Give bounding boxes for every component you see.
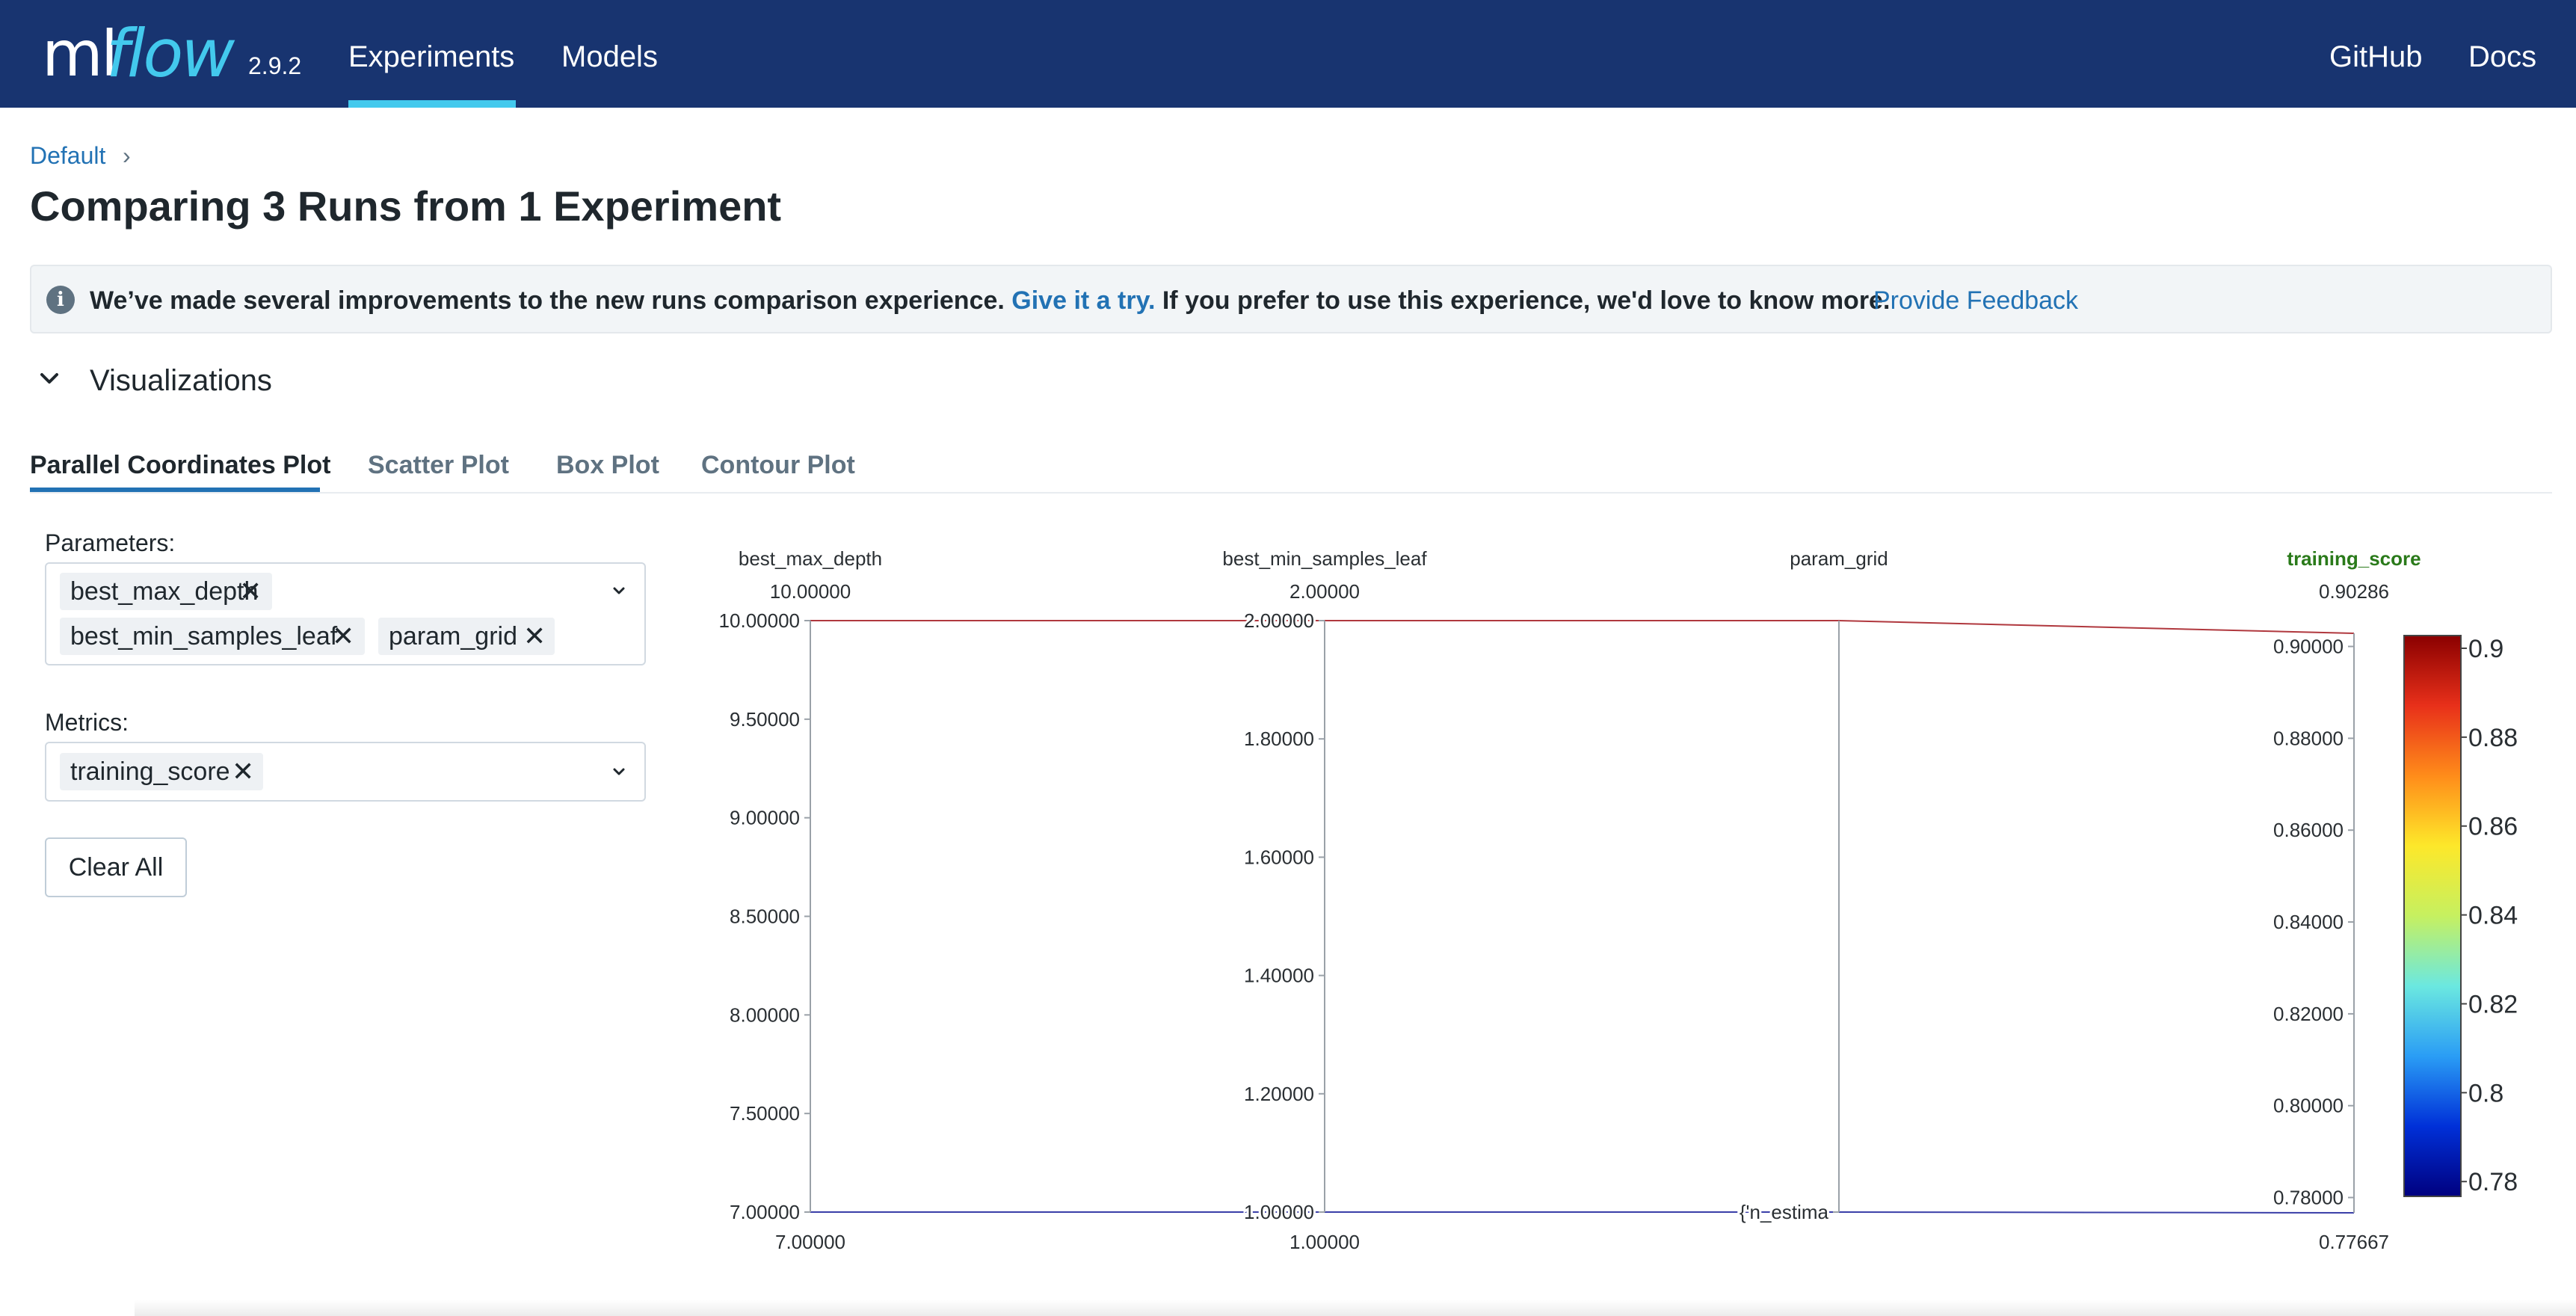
parameters-label: Parameters: (45, 529, 176, 556)
banner-text-after: If you prefer to use this experience, we… (1155, 286, 1891, 315)
axis-range-min-label: 7.00000 (775, 1231, 845, 1253)
give-it-a-try-link[interactable]: Give it a try. (1011, 286, 1155, 315)
axis-tick-label: 9.50000 (730, 708, 800, 731)
visualizations-section-title[interactable]: Visualizations (90, 362, 272, 399)
parameter-chip-label: best_max_depth (70, 577, 259, 606)
tab-contour-plot[interactable]: Contour Plot (701, 447, 855, 483)
axis-tick-label: 1.80000 (1244, 728, 1314, 750)
run-line (810, 620, 2355, 634)
axis-title: best_max_depth (739, 547, 882, 570)
breadcrumb-experiment[interactable]: Default (30, 139, 105, 172)
colorbar (2403, 635, 2462, 1197)
axis-tick-label: 1.60000 (1244, 846, 1314, 868)
axis-tick-label: 2.00000 (1244, 609, 1314, 632)
breadcrumb-separator: › (123, 142, 131, 169)
axis-range-min-label: 0.77667 (2319, 1231, 2389, 1253)
axis-tick-label: 0.82000 (2273, 1003, 2344, 1025)
axis-tick-label: {'n_estima (1740, 1201, 1829, 1223)
parameter-chip-label: param_grid (389, 622, 517, 651)
axis-range-min-label: 1.00000 (1289, 1231, 1360, 1253)
banner-text-before: We’ve made several improvements to the n… (90, 286, 1012, 315)
parameter-chip: best_max_depth ✕ (60, 573, 272, 610)
axis-title: training_score (2287, 547, 2421, 570)
axis-tick-label: 8.00000 (730, 1003, 800, 1026)
version-label: 2.9.2 (248, 52, 302, 79)
parameter-chip: param_grid ✕ (378, 618, 555, 655)
colorbar-tick-label: 0.86 (2468, 813, 2518, 841)
mlflow-logo-ml[interactable]: ml (42, 9, 118, 99)
axis-title: param_grid (1790, 547, 1888, 570)
clear-all-button[interactable]: Clear All (45, 837, 187, 897)
chevron-down-icon[interactable] (34, 363, 64, 393)
axis-tick-label: 7.50000 (730, 1102, 800, 1125)
axis-tick-label: 10.00000 (719, 609, 800, 632)
nav-active-indicator (348, 100, 516, 108)
axis-tick-label: 0.80000 (2273, 1095, 2344, 1117)
metric-chip: training_score ✕ (60, 753, 263, 790)
nav-experiments[interactable]: Experiments (348, 33, 514, 81)
metrics-select[interactable]: training_score ✕ (45, 742, 646, 802)
provide-feedback-link[interactable]: Provide Feedback (1873, 283, 2078, 319)
page-bottom-shadow (135, 1300, 2576, 1316)
axis-tick-label: 9.00000 (730, 807, 800, 829)
axis-tick-label: 0.78000 (2273, 1187, 2344, 1209)
close-icon[interactable]: ✕ (523, 618, 546, 655)
axis-tick-label: 0.88000 (2273, 727, 2344, 749)
axis-range-max-label: 0.90286 (2319, 580, 2389, 603)
chevron-down-icon[interactable] (608, 580, 629, 601)
nav-github[interactable]: GitHub (2329, 33, 2423, 81)
axis-tick-label: 7.00000 (730, 1201, 800, 1223)
tab-box-plot[interactable]: Box Plot (556, 447, 659, 483)
parameters-select[interactable]: best_max_depth ✕ best_min_samples_leaf ✕… (45, 562, 646, 665)
close-icon[interactable]: ✕ (239, 573, 262, 610)
axis-tick-label: 1.40000 (1244, 965, 1314, 987)
axis-tick-label: 1.00000 (1244, 1201, 1314, 1223)
metric-chip-label: training_score (70, 757, 230, 786)
colorbar-tick-label: 0.82 (2468, 990, 2518, 1018)
nav-docs[interactable]: Docs (2468, 33, 2536, 81)
axis-tick-label: 0.84000 (2273, 911, 2344, 933)
axis-range-max-label: 2.00000 (1289, 580, 1360, 603)
top-nav-bar: ml flow 2.9.2 Experiments Models GitHub … (0, 0, 2576, 108)
axis-tick-label: 1.20000 (1244, 1083, 1314, 1105)
parameter-chip: best_min_samples_leaf ✕ (60, 618, 365, 655)
info-banner: i We’ve made several improvements to the… (30, 265, 2552, 333)
colorbar-tick-label: 0.78 (2468, 1168, 2518, 1196)
parallel-coordinates-chart[interactable]: best_max_depth 10.00000 7.00000 10.00000 9.5… (673, 523, 2557, 1271)
tab-divider (30, 492, 2552, 494)
nav-models[interactable]: Models (561, 33, 658, 81)
tab-scatter-plot[interactable]: Scatter Plot (368, 447, 509, 483)
colorbar-tick-label: 0.84 (2468, 902, 2518, 930)
axis-tick-label: 8.50000 (730, 905, 800, 928)
info-icon: i (46, 286, 75, 314)
chevron-down-icon[interactable] (608, 761, 629, 782)
page-title: Comparing 3 Runs from 1 Experiment (30, 182, 782, 230)
metrics-label: Metrics: (45, 709, 129, 736)
close-icon[interactable]: ✕ (232, 753, 254, 790)
axis-title: best_min_samples_leaf (1222, 547, 1427, 570)
tab-parallel-coordinates-plot[interactable]: Parallel Coordinates Plot (30, 447, 330, 483)
axis-tick-label: 0.90000 (2273, 636, 2344, 658)
colorbar-tick-label: 0.88 (2468, 724, 2518, 752)
colorbar-tick-label: 0.8 (2468, 1079, 2503, 1107)
run-line (810, 1211, 2355, 1214)
banner-message: We’ve made several improvements to the n… (90, 283, 1890, 319)
mlflow-logo-flow[interactable]: flow (106, 9, 235, 99)
close-icon[interactable]: ✕ (332, 618, 354, 655)
colorbar-tick-label: 0.9 (2468, 635, 2503, 663)
axis-range-max-label: 10.00000 (770, 580, 851, 603)
parameter-chip-label: best_min_samples_leaf (70, 622, 338, 651)
axis-tick-label: 0.86000 (2273, 819, 2344, 841)
